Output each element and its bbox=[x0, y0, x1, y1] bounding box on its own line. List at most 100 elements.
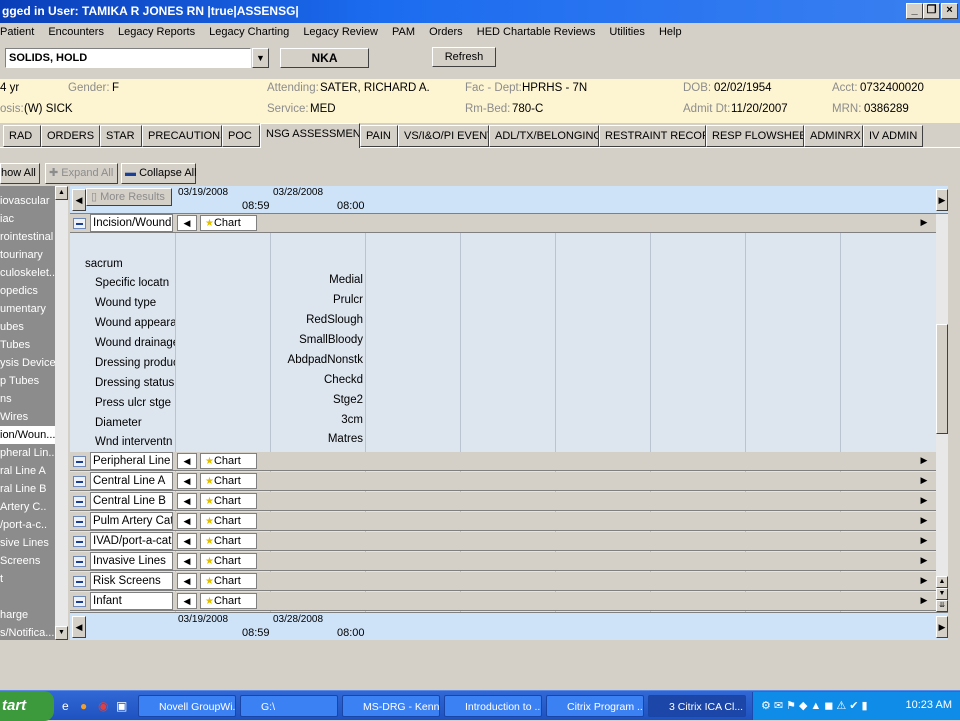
start-button[interactable]: tart bbox=[0, 691, 54, 721]
tab-iv-admin[interactable]: IV ADMIN bbox=[863, 125, 923, 147]
tab-nsg-assessment[interactable]: NSG ASSESSMENT bbox=[260, 123, 360, 148]
collapse-icon[interactable] bbox=[73, 556, 86, 567]
close-icon[interactable]: × bbox=[941, 3, 958, 19]
collapse-icon[interactable] bbox=[73, 536, 86, 547]
taskbar-item-citrix-program[interactable]: Citrix Program ... bbox=[546, 695, 644, 717]
tab-restraint-record[interactable]: RESTRAINT RECORD bbox=[599, 125, 706, 147]
left-arrow-icon[interactable]: ◀ bbox=[177, 473, 197, 489]
collapse-all-button[interactable]: ▬ Collapse All bbox=[121, 163, 197, 184]
menu-legacy-reports[interactable]: Legacy Reports bbox=[118, 23, 195, 41]
right-arrow-icon[interactable]: ▶ bbox=[914, 593, 934, 609]
menu-utilities[interactable]: Utilities bbox=[609, 23, 644, 41]
chart-button[interactable]: ★Chart bbox=[200, 573, 257, 589]
collapse-icon[interactable] bbox=[73, 476, 86, 487]
taskbar-item-ms-drg[interactable]: MS-DRG - Kenn... bbox=[342, 695, 440, 717]
scroll-up-icon[interactable]: ▲ bbox=[936, 576, 948, 588]
chevron-down-icon[interactable]: ▼ bbox=[252, 48, 269, 68]
right-arrow-icon[interactable]: ▶ bbox=[914, 513, 934, 529]
prev-column-icon[interactable]: ◀ bbox=[72, 189, 86, 211]
left-arrow-icon[interactable]: ◀ bbox=[177, 573, 197, 589]
menu-legacy-review[interactable]: Legacy Review bbox=[303, 23, 378, 41]
section-label[interactable]: Risk Screens bbox=[90, 572, 173, 590]
left-arrow-icon[interactable]: ◀ bbox=[177, 453, 197, 469]
left-arrow-icon[interactable]: ◀ bbox=[177, 593, 197, 609]
collapse-icon[interactable] bbox=[73, 576, 86, 587]
expand-all-button[interactable]: ✚ Expand All bbox=[45, 163, 118, 184]
next-column-icon[interactable]: ▶ bbox=[936, 189, 948, 211]
tab-star[interactable]: STAR bbox=[100, 125, 142, 147]
firefox-icon[interactable]: ● bbox=[80, 699, 87, 713]
collapse-icon[interactable] bbox=[73, 516, 86, 527]
right-arrow-icon[interactable]: ▶ bbox=[914, 573, 934, 589]
tab-vs-io-pi-event[interactable]: VS/I&O/PI EVENT bbox=[398, 125, 489, 147]
menu-pam[interactable]: PAM bbox=[392, 23, 415, 41]
scroll-down-icon[interactable]: ▼ bbox=[55, 626, 68, 640]
scroll-down-icon[interactable]: ▼ bbox=[936, 588, 948, 600]
minimize-icon[interactable]: _ bbox=[906, 3, 923, 19]
desktop-icon[interactable]: ▣ bbox=[116, 699, 127, 713]
chart-button[interactable]: ★Chart bbox=[200, 473, 257, 489]
section-label[interactable]: Incision/Wound bbox=[90, 214, 173, 232]
menu-patient[interactable]: Patient bbox=[0, 23, 34, 41]
collapse-icon[interactable] bbox=[73, 596, 86, 607]
scroll-end-icon[interactable]: ⇊ bbox=[936, 600, 948, 612]
diet-field[interactable]: SOLIDS, HOLD bbox=[5, 48, 251, 68]
chart-button[interactable]: ★Chart bbox=[200, 593, 257, 609]
tab-resp-flowsheet[interactable]: RESP FLOWSHEET bbox=[706, 125, 804, 147]
refresh-button[interactable]: Refresh bbox=[432, 47, 496, 67]
scroll-up-icon[interactable]: ▲ bbox=[55, 186, 68, 200]
collapse-icon[interactable] bbox=[73, 218, 86, 229]
taskbar-item-introduction[interactable]: Introduction to ... bbox=[444, 695, 542, 717]
section-label[interactable]: IVAD/port-a-cat bbox=[90, 532, 173, 550]
tab-pain[interactable]: PAIN bbox=[360, 125, 398, 147]
menu-orders[interactable]: Orders bbox=[429, 23, 463, 41]
taskbar-item-citrix-ica[interactable]: 3 Citrix ICA Cl... bbox=[648, 695, 746, 717]
right-arrow-icon[interactable]: ▶ bbox=[914, 493, 934, 509]
prev-column-icon[interactable]: ◀ bbox=[72, 616, 86, 638]
left-arrow-icon[interactable]: ◀ bbox=[177, 553, 197, 569]
collapse-icon[interactable] bbox=[73, 456, 86, 467]
right-arrow-icon[interactable]: ▶ bbox=[914, 553, 934, 569]
left-arrow-icon[interactable]: ◀ bbox=[177, 533, 197, 549]
chart-button[interactable]: ★Chart bbox=[200, 453, 257, 469]
left-arrow-icon[interactable]: ◀ bbox=[177, 493, 197, 509]
right-arrow-icon[interactable]: ▶ bbox=[914, 215, 934, 231]
chart-button[interactable]: ★Chart bbox=[200, 533, 257, 549]
left-arrow-icon[interactable]: ◀ bbox=[177, 513, 197, 529]
chart-button[interactable]: ★Chart bbox=[200, 553, 257, 569]
chart-button[interactable]: ★Chart bbox=[200, 215, 257, 231]
chart-button[interactable]: ★Chart bbox=[200, 513, 257, 529]
tray-icons[interactable]: ⚙✉⚑◆▲◼⚠✔▮ bbox=[761, 699, 871, 712]
restore-icon[interactable]: ❐ bbox=[923, 3, 940, 19]
section-label[interactable]: Peripheral Line bbox=[90, 452, 173, 470]
allergy-field[interactable]: NKA bbox=[280, 48, 369, 68]
section-label[interactable]: Infant bbox=[90, 592, 173, 610]
scroll-thumb[interactable] bbox=[936, 324, 948, 434]
taskbar-item-drive[interactable]: G:\ bbox=[240, 695, 338, 717]
right-arrow-icon[interactable]: ▶ bbox=[914, 453, 934, 469]
app-icon[interactable]: ◉ bbox=[98, 699, 108, 713]
collapse-icon[interactable] bbox=[73, 496, 86, 507]
right-arrow-icon[interactable]: ▶ bbox=[914, 533, 934, 549]
tab-orders[interactable]: ORDERS bbox=[41, 125, 100, 147]
grid-scrollbar[interactable]: ▲ ▼ ⇊ bbox=[936, 214, 948, 612]
menu-legacy-charting[interactable]: Legacy Charting bbox=[209, 23, 289, 41]
nav-scrollbar[interactable]: ▲ ▼ bbox=[55, 186, 68, 640]
section-label[interactable]: Pulm Artery Cat bbox=[90, 512, 173, 530]
taskbar-item-groupwise[interactable]: Novell GroupWi... bbox=[138, 695, 236, 717]
left-arrow-icon[interactable]: ◀ bbox=[177, 215, 197, 231]
section-label[interactable]: Central Line A bbox=[90, 472, 173, 490]
show-all-button[interactable]: how All bbox=[0, 163, 40, 184]
right-arrow-icon[interactable]: ▶ bbox=[914, 473, 934, 489]
chart-button[interactable]: ★Chart bbox=[200, 493, 257, 509]
ie-icon[interactable]: e bbox=[62, 699, 69, 713]
section-label[interactable]: Invasive Lines bbox=[90, 552, 173, 570]
menu-encounters[interactable]: Encounters bbox=[48, 23, 104, 41]
tab-adminrx[interactable]: ADMINRX bbox=[804, 125, 863, 147]
tab-adl-tx-belongings[interactable]: ADL/TX/BELONGINGS bbox=[489, 125, 599, 147]
tab-precautions[interactable]: PRECAUTIONS bbox=[142, 125, 222, 147]
menu-hed-chartable-reviews[interactable]: HED Chartable Reviews bbox=[477, 23, 596, 41]
section-label[interactable]: Central Line B bbox=[90, 492, 173, 510]
tab-poc[interactable]: POC bbox=[222, 125, 260, 147]
menu-help[interactable]: Help bbox=[659, 23, 682, 41]
